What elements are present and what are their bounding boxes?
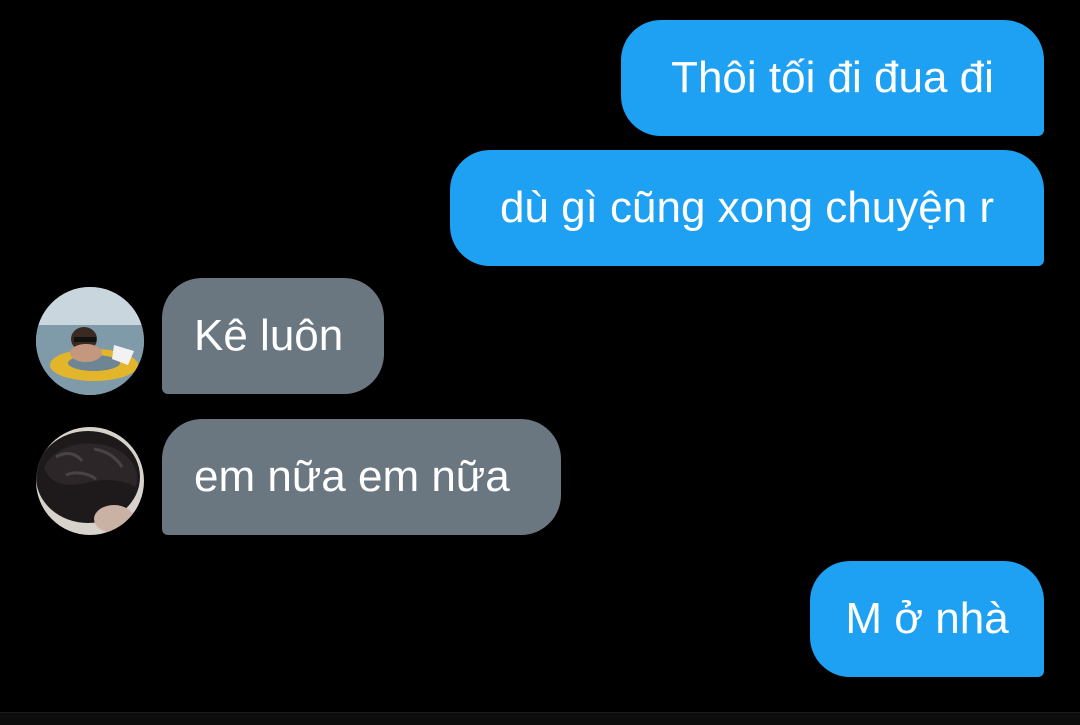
message-text: Thôi tối đi đua đi [671,53,994,102]
message-text: em nữa em nữa [194,452,510,501]
sender-avatar-dark-hair[interactable] [36,427,144,535]
message-text: Kê luôn [194,311,344,360]
incoming-message-bubble[interactable]: em nữa em nữa [162,419,561,535]
message-text: dù gì cũng xong chuyện r [499,183,995,232]
outgoing-message-bubble[interactable]: Thôi tối đi đua đi [621,20,1044,136]
incoming-message-bubble[interactable]: Kê luôn [162,278,384,394]
message-text: M ở nhà [845,594,1009,643]
outgoing-message-bubble[interactable]: M ở nhà [810,561,1044,677]
sender-avatar-swimmer[interactable] [36,287,144,395]
bottom-edge-bar [0,712,1080,725]
message-thread: Thôi tối đi đua đi dù gì cũng xong chuyệ… [0,0,1080,712]
outgoing-message-bubble[interactable]: dù gì cũng xong chuyện r [450,150,1044,266]
